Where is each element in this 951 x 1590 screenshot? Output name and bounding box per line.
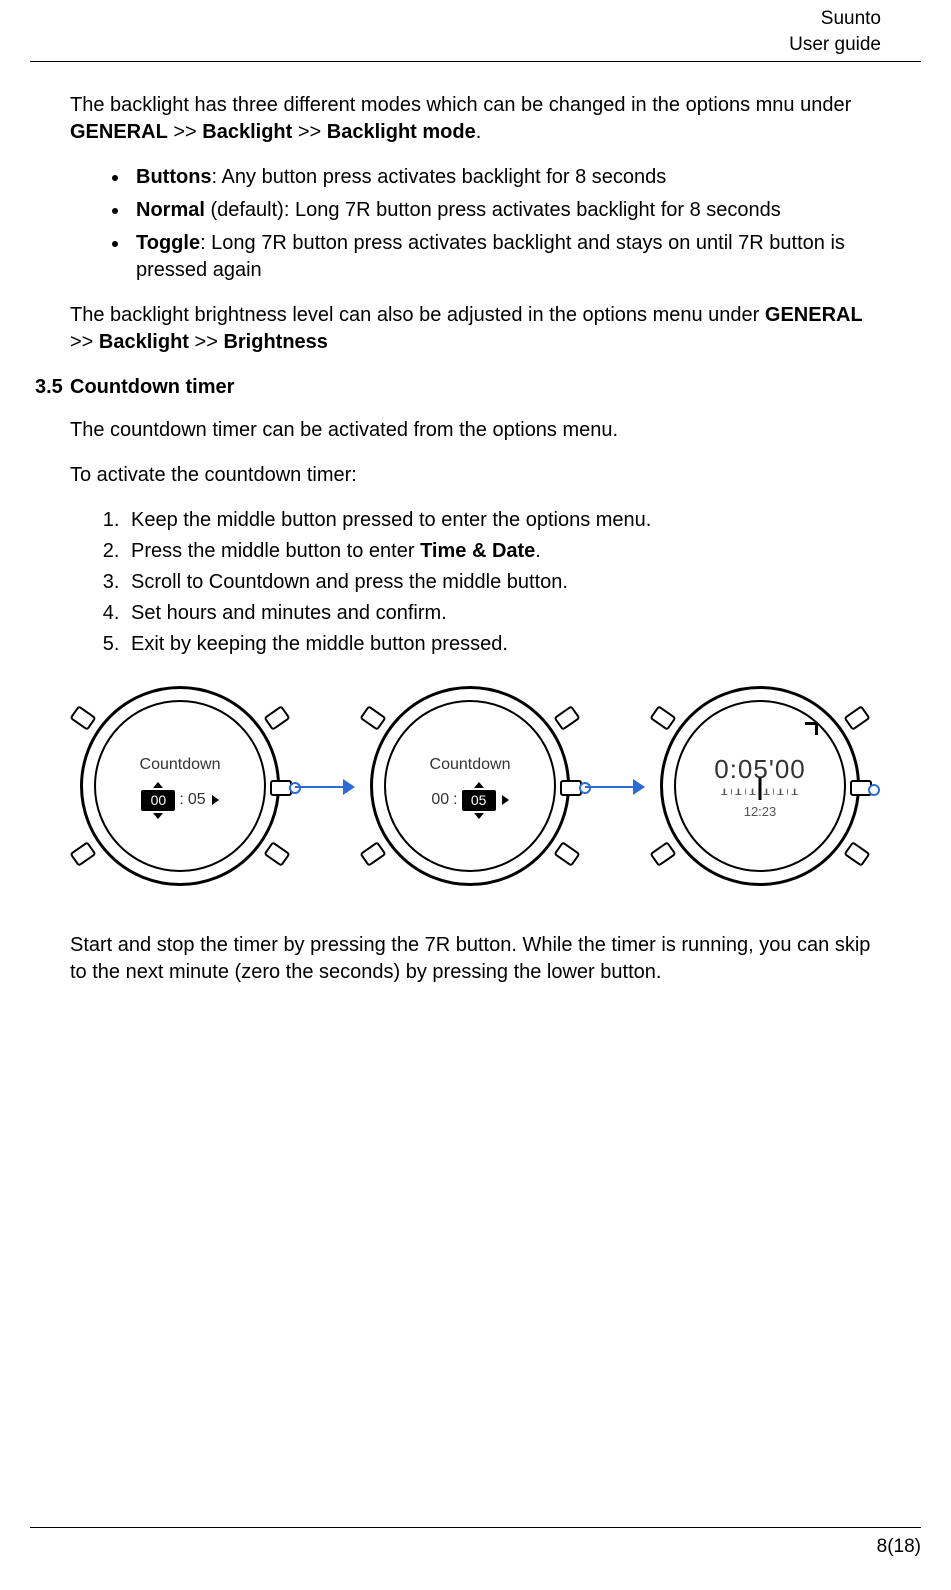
- down-arrow-icon: [474, 813, 484, 819]
- list-item: Exit by keeping the middle button presse…: [125, 631, 881, 658]
- page: Suunto User guide The backlight has thre…: [0, 0, 951, 1590]
- up-arrow-icon: [153, 782, 163, 788]
- hours-value: 00: [141, 790, 175, 811]
- text: : Any button press activates backlight f…: [212, 166, 667, 188]
- menu-path-backlight: Backlight: [202, 121, 292, 143]
- minutes-value: 05: [188, 789, 206, 811]
- text: .: [535, 540, 541, 562]
- watch-button-top-right: [263, 705, 290, 731]
- play-icon: [212, 795, 219, 805]
- text: >>: [168, 121, 202, 143]
- time-row: 00 : 05: [431, 782, 508, 819]
- footer-rule: [30, 1527, 921, 1528]
- section-heading-3-5: 3.5Countdown timer: [35, 374, 881, 401]
- up-arrow-icon: [474, 782, 484, 788]
- text: The backlight has three different modes …: [70, 94, 851, 116]
- hours-value: 00: [431, 789, 449, 811]
- arrow-icon: [295, 774, 355, 800]
- backlight-brightness-intro: The backlight brightness level can also …: [70, 302, 881, 356]
- header-subtitle: User guide: [30, 32, 881, 58]
- backlight-modes-list: Buttons: Any button press activates back…: [130, 164, 881, 284]
- watch-countdown-minutes: Countdown 00 : 05: [370, 686, 570, 886]
- watch-screen: Countdown 00 : 05: [112, 718, 248, 854]
- menu-name: Time & Date: [420, 540, 535, 562]
- arrow-origin-dot: [289, 782, 301, 794]
- colon: :: [453, 789, 457, 811]
- watch-button-top-right: [553, 705, 580, 731]
- menu-path-general: GENERAL: [765, 304, 863, 326]
- watch-screen: Countdown 00 : 05: [402, 718, 538, 854]
- backlight-modes-intro: The backlight has three different modes …: [70, 92, 881, 146]
- arrow-line: [295, 786, 345, 788]
- text: (default): Long 7R button press activate…: [205, 199, 781, 221]
- watch-button-bottom-right: [553, 841, 580, 867]
- content: The backlight has three different modes …: [70, 92, 881, 986]
- heading-number: 3.5: [35, 374, 70, 401]
- menu-path-backlight: Backlight: [99, 331, 189, 353]
- arrow-origin-dot: [579, 782, 591, 794]
- menu-path-brightness: Brightness: [223, 331, 327, 353]
- text: .: [476, 121, 482, 143]
- countdown-intro: The countdown timer can be activated fro…: [70, 417, 881, 444]
- header-brand: Suunto: [30, 6, 881, 32]
- screen-title: Countdown: [430, 754, 511, 776]
- text: Press the middle button to enter: [131, 540, 420, 562]
- watch-button-top-right: [843, 705, 870, 731]
- footer: 8(18): [70, 1527, 881, 1560]
- watch-button-top-left: [69, 705, 96, 731]
- list-item: Press the middle button to enter Time & …: [125, 538, 881, 565]
- countdown-activate-lead: To activate the countdown timer:: [70, 462, 881, 489]
- minutes-value: 05: [462, 790, 496, 811]
- header: Suunto User guide: [30, 0, 921, 62]
- countdown-steps: Keep the middle button pressed to enter …: [125, 507, 881, 658]
- arrow-head: [633, 779, 645, 795]
- page-number: 8(18): [70, 1534, 921, 1560]
- minutes-stack: 05: [462, 782, 496, 819]
- text: >>: [189, 331, 223, 353]
- play-icon: [502, 795, 509, 805]
- time-row: 00 : 05: [141, 782, 218, 819]
- watch-countdown-hours: Countdown 00 : 05: [80, 686, 280, 886]
- list-item: Keep the middle button pressed to enter …: [125, 507, 881, 534]
- list-item: Buttons: Any button press activates back…: [130, 164, 881, 191]
- term: Normal: [136, 199, 205, 221]
- text: >>: [292, 121, 326, 143]
- countdown-usage: Start and stop the timer by pressing the…: [70, 932, 881, 986]
- menu-path-general: GENERAL: [70, 121, 168, 143]
- watch-button-top-left: [649, 705, 676, 731]
- menu-path-backlight-mode: Backlight mode: [327, 121, 476, 143]
- text: >>: [70, 331, 99, 353]
- list-item: Set hours and minutes and confirm.: [125, 600, 881, 627]
- down-arrow-icon: [153, 813, 163, 819]
- watch-countdown-running: 0:05'00 ┸╵┸╵┸╵┸╵┸╵┸ 12:23: [660, 686, 860, 886]
- heading-title: Countdown timer: [70, 376, 234, 398]
- text: : Long 7R button press activates backlig…: [136, 232, 845, 281]
- arrow-icon: [585, 774, 645, 800]
- list-item: Scroll to Countdown and press the middle…: [125, 569, 881, 596]
- sequence-end-dot: [868, 784, 880, 796]
- watch-button-top-left: [359, 705, 386, 731]
- watch-button-bottom-left: [649, 841, 676, 867]
- term: Toggle: [136, 232, 200, 254]
- list-item: Toggle: Long 7R button press activates b…: [130, 230, 881, 284]
- arrow-head: [343, 779, 355, 795]
- indicator-needle: [759, 778, 762, 800]
- clock-time: 12:23: [744, 803, 777, 821]
- text: The backlight brightness level can also …: [70, 304, 765, 326]
- watch-button-bottom-right: [843, 841, 870, 867]
- list-item: Normal (default): Long 7R button press a…: [130, 197, 881, 224]
- watch-button-bottom-left: [359, 841, 386, 867]
- colon: :: [179, 789, 183, 811]
- countdown-figure: Countdown 00 : 05: [80, 676, 881, 906]
- term: Buttons: [136, 166, 212, 188]
- screen-title: Countdown: [140, 754, 221, 776]
- arrow-line: [585, 786, 635, 788]
- watch-button-bottom-right: [263, 841, 290, 867]
- watch-button-bottom-left: [69, 841, 96, 867]
- hours-stack: 00: [141, 782, 175, 819]
